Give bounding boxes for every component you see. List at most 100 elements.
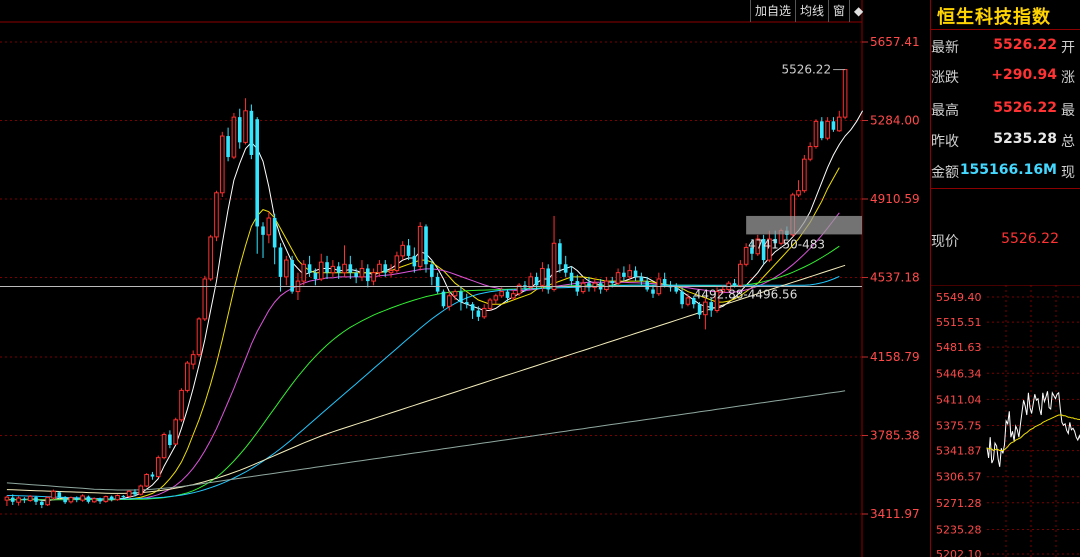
candle-body [709, 302, 714, 311]
candle-body [493, 295, 499, 301]
kline-chart[interactable]: 5526.22 4741.50-483 4492.88-4496.56 5657.4… [0, 0, 930, 557]
candle-body [528, 276, 534, 288]
candle-body [383, 264, 388, 273]
candle-body [685, 297, 691, 305]
candle-body [348, 264, 353, 273]
candle-body [802, 158, 807, 192]
candle-body [365, 268, 370, 282]
candle-body [80, 495, 85, 501]
expand-icon[interactable]: ◆ [849, 0, 867, 22]
candle-body [86, 496, 91, 502]
candle-body [40, 501, 44, 505]
mini-y-tick-label: 5375.75 [936, 420, 982, 433]
candle-body [481, 307, 487, 318]
quote-row-amount: 金额 155166.16M 现 [931, 162, 1080, 184]
candle-body [813, 120, 819, 148]
price-value: 5526.22 [1001, 231, 1059, 247]
quote-row-high: 最高 5526.22 最 [931, 100, 1080, 122]
candle-body [185, 362, 190, 391]
candle-body [161, 434, 167, 459]
gap-zone [746, 215, 862, 235]
index-title: 恒生科技指数 [937, 7, 1051, 28]
chart-toolbar: 加自选 均线 窗 ◆ [750, 0, 867, 22]
candle-body [109, 496, 114, 500]
candle-body [133, 491, 137, 495]
candle-body [283, 259, 289, 278]
candle-body [417, 225, 423, 267]
candle-body [330, 265, 336, 274]
candle-body [487, 299, 493, 309]
candle-body [430, 264, 434, 277]
candle-body [144, 473, 149, 487]
candle-body [57, 492, 62, 498]
candle-body [703, 301, 708, 316]
candle-body [558, 243, 562, 265]
candle-body [190, 354, 196, 365]
candle-body [249, 110, 254, 155]
candle-body [98, 498, 102, 502]
candle-body [424, 226, 428, 265]
candle-body [231, 116, 237, 158]
row-label: 涨跌 [931, 70, 959, 86]
candle-body [202, 278, 208, 320]
candle-body [680, 291, 684, 305]
y-tick-label: 3785.38 [870, 429, 920, 443]
candle-body [173, 419, 179, 445]
quote-panel: 恒生科技指数 最新 5526.22 开 涨跌 +290.94 涨 最高 5526… [930, 0, 1080, 557]
candle-body [796, 190, 801, 196]
ma-line [6, 276, 840, 500]
row-value: 5526.22 [993, 37, 1057, 53]
candle-body [639, 276, 644, 282]
candle-body [208, 236, 213, 280]
ma-line [6, 212, 840, 501]
mini-y-tick-label: 5446.34 [936, 367, 982, 380]
mini-y-tick-label: 5411.04 [936, 393, 982, 406]
candle-body [534, 276, 539, 286]
candle-body [179, 389, 184, 421]
candle-body [651, 289, 655, 294]
row-tail: 涨 [1061, 70, 1075, 86]
candle-body [138, 485, 144, 495]
candle-body [121, 495, 126, 497]
candle-body [441, 291, 446, 307]
current-price-row: 现价 5526.22 [931, 231, 1080, 253]
mini-y-tick-label: 5306.57 [936, 471, 982, 484]
candle-body [732, 283, 737, 286]
candle-body [377, 263, 382, 274]
candle-body [738, 263, 743, 286]
mini-y-tick-label: 5549.40 [936, 291, 982, 304]
candle-body [359, 267, 365, 278]
candle-body [435, 276, 440, 292]
candle-body [540, 267, 545, 286]
candle-body [10, 497, 15, 502]
y-tick-label: 4158.79 [870, 350, 920, 364]
candle-body [63, 497, 67, 503]
high-annotation: 5526.22 [781, 63, 831, 77]
y-tick-label: 4910.59 [870, 192, 920, 206]
row-value: +290.94 [991, 67, 1057, 83]
candle-body [563, 264, 568, 273]
candle-body [662, 278, 667, 286]
candle-body [301, 263, 307, 282]
ma-line-button[interactable]: 均线 [795, 0, 828, 22]
candle-body [371, 272, 376, 282]
candle-body [68, 497, 74, 503]
candle-body [115, 494, 120, 501]
candle-body [51, 490, 56, 499]
candle-body [836, 116, 842, 132]
window-button[interactable]: 窗 [828, 0, 849, 22]
gap-zone-label: 4741.50-483 [748, 237, 825, 251]
candle-body [580, 282, 586, 293]
intraday-chart[interactable]: 5549.40 5515.51 5481.63 5446.34 5411.04 5375.… [931, 285, 1080, 557]
candle-body [336, 266, 341, 273]
candle-body [226, 136, 230, 158]
candle-body [446, 295, 452, 307]
mini-series-line [986, 391, 1080, 467]
candle-body [103, 496, 109, 502]
candle-body [831, 121, 836, 130]
candle-body [627, 270, 633, 278]
candle-body [272, 218, 277, 248]
candle-body [610, 281, 615, 284]
row-label: 昨收 [931, 134, 959, 150]
add-watchlist-button[interactable]: 加自选 [750, 0, 795, 22]
